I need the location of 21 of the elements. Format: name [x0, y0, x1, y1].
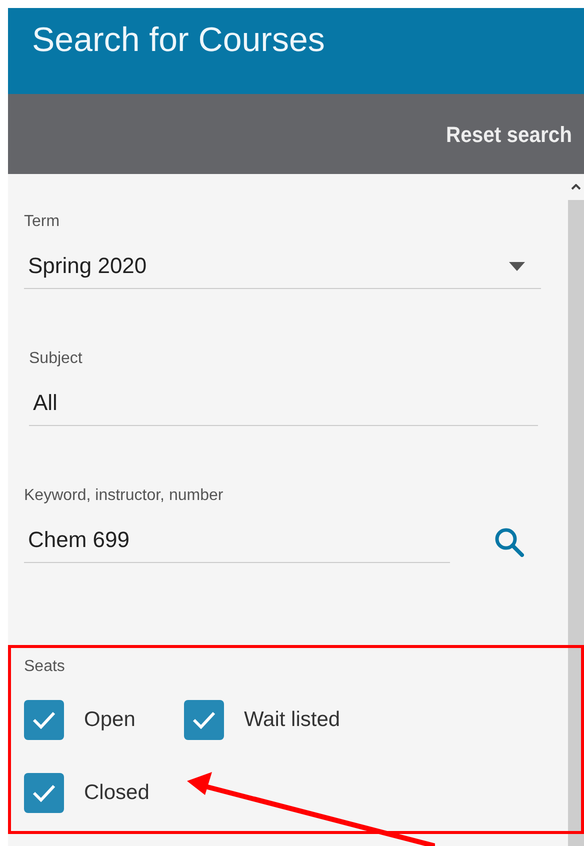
field-label: Subject [29, 349, 82, 369]
check-icon [32, 784, 56, 802]
check-icon [32, 710, 56, 728]
scroll-up-icon[interactable] [571, 184, 581, 190]
checkbox[interactable] [24, 772, 64, 812]
check-icon [192, 710, 216, 728]
field-label: Keyword, instructor, number [24, 486, 224, 506]
search-icon[interactable] [494, 527, 524, 557]
term-select[interactable]: Spring 2020 [24, 252, 541, 289]
checkbox[interactable] [24, 700, 64, 740]
page-title: Search for Courses [32, 20, 325, 61]
checkbox-label: Closed [83, 780, 150, 806]
field-label: Term [24, 212, 60, 232]
keyword-field[interactable]: Chem 699 [24, 526, 450, 563]
seats-label: Seats [24, 657, 65, 677]
checkbox-label: Open [83, 706, 136, 733]
caret-icon [509, 262, 525, 270]
checkbox[interactable] [184, 700, 224, 740]
subject-field[interactable]: All [29, 389, 538, 426]
reset-search-link[interactable]: Reset search [446, 118, 572, 150]
checkbox-label: Wait listed [243, 706, 340, 733]
